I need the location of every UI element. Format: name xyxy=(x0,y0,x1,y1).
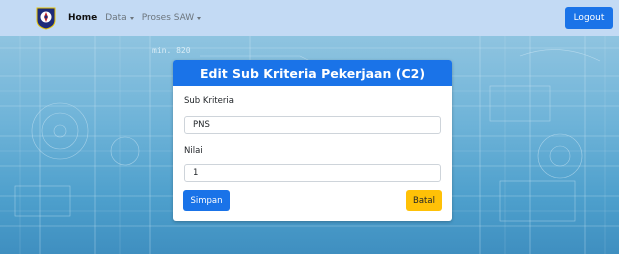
cancel-button[interactable]: Batal xyxy=(406,190,442,211)
nav-proses-saw-label: Proses SAW xyxy=(141,13,195,23)
caret-down-icon xyxy=(197,16,202,20)
nilai-value: 1 xyxy=(193,168,199,178)
nav-proses-saw-dropdown[interactable]: Proses SAW xyxy=(142,13,202,23)
top-navbar: Home Data Proses SAW Logout xyxy=(0,0,619,36)
logout-button[interactable]: Logout xyxy=(565,7,613,29)
card-title: Edit Sub Kriteria Pekerjaan (C2) xyxy=(173,60,452,86)
sub-kriteria-value: PNS xyxy=(193,120,210,130)
edit-sub-kriteria-card: Edit Sub Kriteria Pekerjaan (C2) Sub Kri… xyxy=(173,60,452,221)
nav-data-label: Data xyxy=(105,13,127,23)
nav-data-dropdown[interactable]: Data xyxy=(105,13,134,23)
regional-emblem-icon[interactable] xyxy=(34,6,58,30)
nilai-input[interactable]: 1 xyxy=(184,164,441,182)
save-button[interactable]: Simpan xyxy=(183,190,230,211)
sub-kriteria-label: Sub Kriteria xyxy=(184,96,234,106)
blueprint-watermark-text: min. 820 xyxy=(152,46,191,55)
caret-down-icon xyxy=(129,16,134,20)
nav-home-label: Home xyxy=(68,13,98,23)
nav-home-link[interactable]: Home xyxy=(68,13,97,23)
nilai-label: Nilai xyxy=(184,146,203,156)
sub-kriteria-input[interactable]: PNS xyxy=(184,116,441,134)
